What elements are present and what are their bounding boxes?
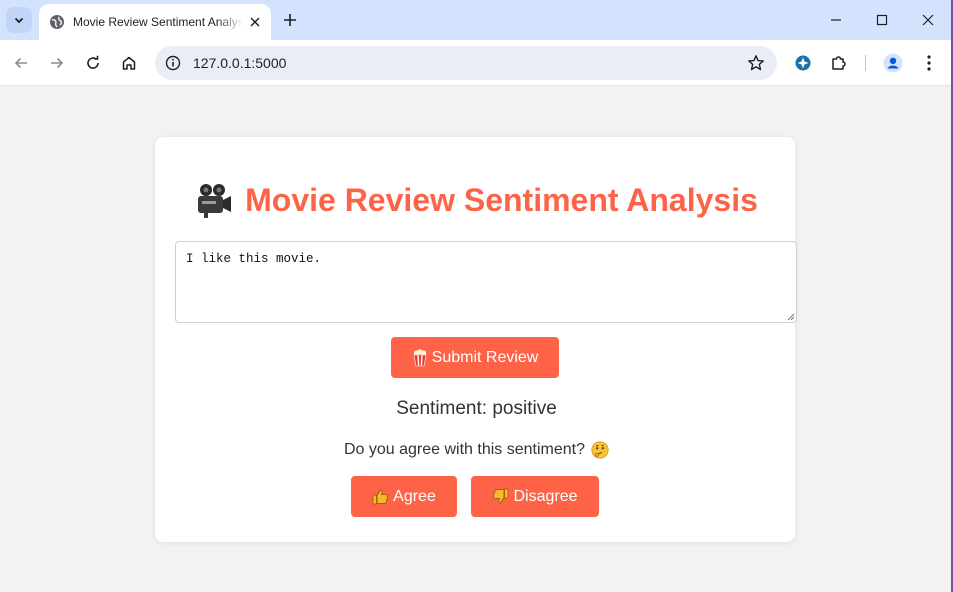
- reload-button[interactable]: [81, 51, 105, 75]
- address-bar[interactable]: 127.0.0.1:5000: [155, 46, 777, 80]
- chevron-down-icon: [14, 17, 24, 24]
- disagree-label: Disagree: [513, 487, 578, 505]
- close-tab-icon[interactable]: [247, 14, 263, 30]
- toolbar-separator: [865, 55, 866, 71]
- tab-search-button[interactable]: [6, 7, 32, 33]
- home-button[interactable]: [117, 51, 141, 75]
- agree-button[interactable]: Agree: [351, 476, 457, 517]
- thumbs-down-icon: [492, 488, 509, 505]
- page-title: Movie Review Sentiment Analysis: [0, 181, 953, 219]
- thumbs-up-icon: [372, 488, 389, 505]
- profile-avatar-icon[interactable]: [882, 52, 904, 74]
- site-info-icon[interactable]: [164, 54, 182, 72]
- minimize-button[interactable]: [824, 8, 848, 32]
- minimize-icon: [831, 19, 841, 21]
- close-window-button[interactable]: [916, 8, 940, 32]
- disagree-button[interactable]: Disagree: [471, 476, 599, 517]
- agree-label: Agree: [393, 487, 436, 505]
- agree-question-text: Do you agree with this sentiment?: [343, 441, 585, 458]
- reload-icon: [87, 55, 99, 69]
- page-title-text: Movie Review Sentiment Analysis: [245, 181, 758, 218]
- globe-icon: [49, 14, 65, 30]
- movie-camera-icon: [195, 181, 233, 219]
- extension-icon[interactable]: [792, 52, 814, 74]
- review-input[interactable]: I like this movie.: [175, 241, 797, 323]
- new-tab-button[interactable]: [280, 10, 300, 30]
- agree-question: Do you agree with this sentiment?: [0, 441, 953, 459]
- arrow-right-icon: [51, 57, 64, 69]
- resize-grip-icon[interactable]: [786, 312, 795, 321]
- more-menu-icon[interactable]: [918, 52, 940, 74]
- forward-button[interactable]: [45, 51, 69, 75]
- extensions-puzzle-icon[interactable]: [828, 52, 850, 74]
- plus-icon: [284, 14, 296, 26]
- browser-tabstrip: Movie Review Sentiment Analysis: [0, 0, 953, 40]
- tab-title: Movie Review Sentiment Analysis: [73, 15, 243, 29]
- submit-review-label: Submit Review: [431, 348, 539, 366]
- back-button[interactable]: [9, 51, 33, 75]
- browser-tab[interactable]: Movie Review Sentiment Analysis: [39, 4, 271, 40]
- submit-review-button[interactable]: Submit Review: [391, 337, 559, 378]
- thinking-face-icon: [591, 441, 609, 459]
- url-text: 127.0.0.1:5000: [193, 55, 287, 71]
- browser-toolbar: 127.0.0.1:5000: [0, 40, 953, 86]
- maximize-icon: [876, 14, 888, 26]
- home-icon: [122, 56, 136, 70]
- sentiment-result: Sentiment: positive: [396, 398, 557, 419]
- maximize-button[interactable]: [870, 8, 894, 32]
- popcorn-icon: [412, 348, 428, 367]
- arrow-left-icon: [14, 57, 27, 69]
- bookmark-star-icon[interactable]: [747, 54, 765, 72]
- close-icon: [922, 14, 934, 26]
